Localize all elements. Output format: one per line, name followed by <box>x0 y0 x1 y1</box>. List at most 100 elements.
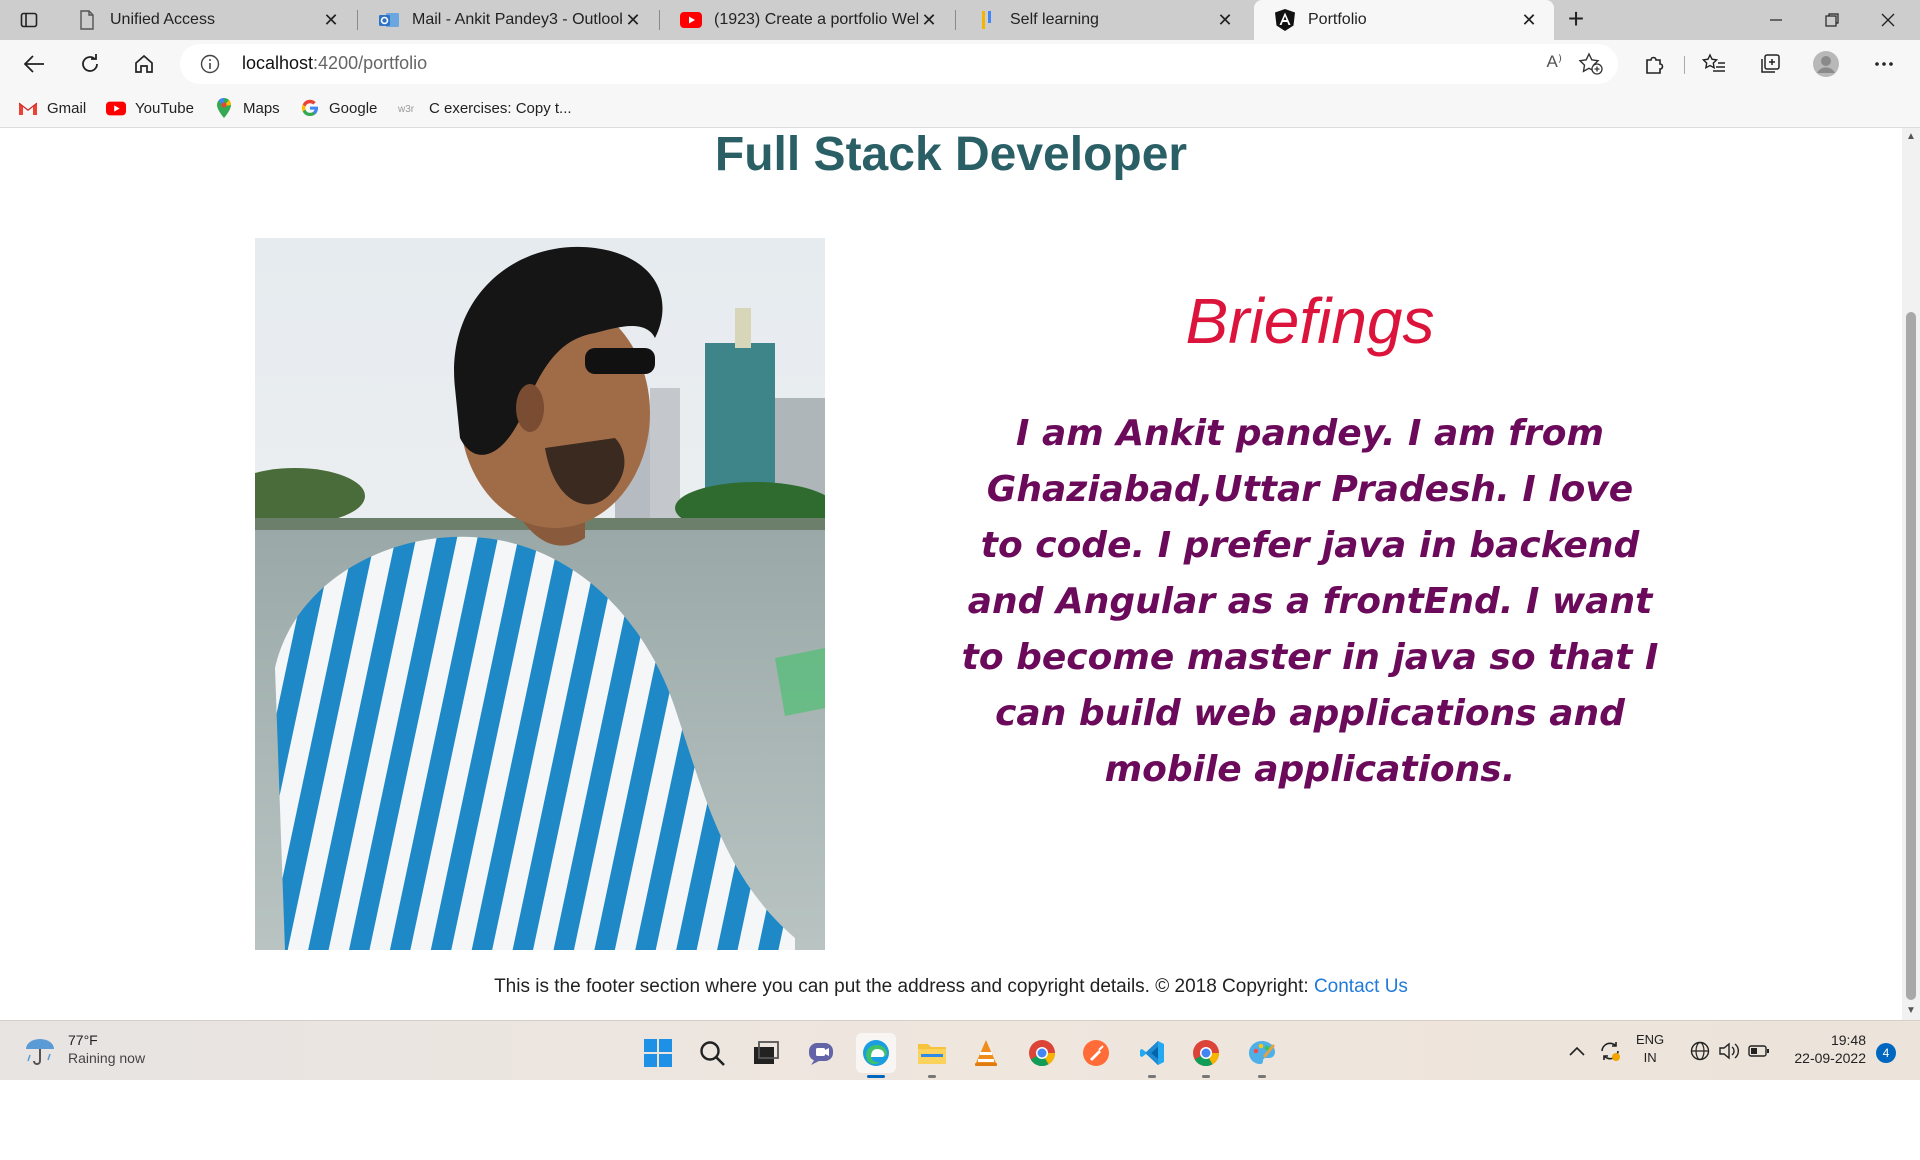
chrome-icon[interactable] <box>1022 1033 1062 1073</box>
briefings-heading: Briefings <box>1185 285 1435 357</box>
page-scrollbar[interactable]: ▲ ▼ <box>1902 128 1920 1020</box>
network-globe-icon[interactable] <box>1690 1035 1710 1067</box>
language-code: ENG <box>1636 1032 1665 1047</box>
tab-self-learning[interactable]: Self learning ✕ <box>956 0 1250 40</box>
youtube-icon <box>106 99 126 117</box>
document-icon <box>76 9 98 31</box>
page-title: Full Stack Developer <box>714 128 1188 181</box>
weather-temperature: 77°F <box>68 1032 98 1048</box>
angular-icon <box>1274 9 1296 31</box>
close-icon[interactable]: ✕ <box>622 9 644 31</box>
tab-youtube[interactable]: (1923) Create a portfolio Website ✕ <box>660 0 954 40</box>
tab-title: Portfolio <box>1308 11 1367 28</box>
svg-text:w3r: w3r <box>398 104 415 114</box>
bookmark-label: Google <box>329 99 378 117</box>
url-text[interactable]: localhost:4200/portfolio <box>242 53 427 74</box>
bookmark-label: YouTube <box>135 99 194 117</box>
tab-title: Self learning <box>1010 11 1099 28</box>
blank-area <box>0 1080 1920 1160</box>
w3resource-icon: w3r <box>398 99 420 117</box>
paint-icon[interactable] <box>1242 1033 1282 1078</box>
page-viewport: Full Stack Developer Briefings I am Anki… <box>0 128 1902 1020</box>
extensions-icon[interactable] <box>1638 50 1670 78</box>
bookmark-maps[interactable]: Maps <box>214 96 280 120</box>
bookmark-label: Gmail <box>47 99 87 117</box>
clock-time: 19:48 <box>1830 1032 1866 1048</box>
footer: This is the footer section where you can… <box>0 976 1902 998</box>
scroll-thumb[interactable] <box>1906 312 1916 1000</box>
bookmark-icon <box>976 9 998 31</box>
chrome-profile-icon[interactable] <box>1186 1033 1226 1078</box>
close-icon[interactable]: ✕ <box>1214 9 1236 31</box>
new-tab-icon[interactable]: + <box>1562 5 1590 34</box>
outlook-icon <box>378 9 400 31</box>
back-icon[interactable] <box>18 50 50 78</box>
bookmarks-bar: Gmail YouTube Maps Google w3r C exercise… <box>0 88 1920 128</box>
search-icon[interactable] <box>692 1033 732 1073</box>
google-icon <box>300 99 320 117</box>
tab-actions-icon[interactable] <box>14 8 44 32</box>
notification-badge[interactable]: 4 <box>1876 1043 1896 1063</box>
close-window-icon[interactable] <box>1860 0 1916 40</box>
refresh-icon[interactable] <box>74 50 106 78</box>
tab-portfolio[interactable]: Portfolio ✕ <box>1254 0 1554 40</box>
start-icon[interactable] <box>638 1033 678 1073</box>
vlc-icon[interactable] <box>966 1033 1006 1073</box>
sync-icon[interactable] <box>1598 1035 1622 1067</box>
youtube-icon <box>680 9 702 31</box>
add-favorite-icon[interactable] <box>1578 52 1604 76</box>
favorites-icon[interactable] <box>1698 50 1730 78</box>
task-view-icon[interactable] <box>746 1033 786 1073</box>
close-icon[interactable]: ✕ <box>320 9 342 31</box>
teams-chat-icon[interactable] <box>802 1033 842 1073</box>
system-clock[interactable]: 19:48 22-09-2022 <box>1786 1031 1866 1067</box>
region-code: IN <box>1643 1050 1657 1065</box>
rain-umbrella-icon <box>22 1031 58 1067</box>
volume-icon[interactable] <box>1718 1035 1740 1067</box>
contact-us-link[interactable]: Contact Us <box>1314 976 1408 997</box>
scroll-up-icon[interactable]: ▲ <box>1902 128 1920 146</box>
postman-icon[interactable] <box>1076 1033 1116 1073</box>
bookmark-label: C exercises: Copy t... <box>429 99 572 117</box>
restore-icon[interactable] <box>1804 0 1860 40</box>
clock-date: 22-09-2022 <box>1794 1050 1866 1066</box>
gmail-icon <box>18 99 38 117</box>
info-icon[interactable] <box>200 54 220 74</box>
file-explorer-icon[interactable] <box>912 1033 952 1078</box>
bookmark-label: Maps <box>243 99 280 117</box>
bookmark-gmail[interactable]: Gmail <box>18 96 86 120</box>
vscode-icon[interactable] <box>1132 1033 1172 1078</box>
url-path: :4200/portfolio <box>313 53 428 73</box>
close-icon[interactable]: ✕ <box>1518 9 1540 31</box>
battery-icon[interactable] <box>1748 1035 1770 1067</box>
edge-icon[interactable] <box>856 1033 896 1078</box>
scroll-down-icon[interactable]: ▼ <box>1902 1002 1920 1020</box>
url-host: localhost <box>242 53 314 73</box>
tab-title: (1923) Create a portfolio Website <box>714 11 918 28</box>
tab-strip: Unified Access ✕ Mail - Ankit Pandey3 - … <box>0 0 1920 40</box>
weather-description: Raining now <box>68 1050 146 1066</box>
briefings-paragraph: I am Ankit pandey. I am from Ghaziabad,U… <box>961 413 1659 790</box>
close-icon[interactable]: ✕ <box>918 9 940 31</box>
tab-unified-access[interactable]: Unified Access ✕ <box>56 0 356 40</box>
weather-widget[interactable]: 77°F Raining now <box>22 1031 145 1067</box>
bookmark-c-exercises[interactable]: w3r C exercises: Copy t... <box>398 96 572 120</box>
minimize-icon[interactable] <box>1748 0 1804 40</box>
maps-icon <box>214 98 234 118</box>
tab-title: Mail - Ankit Pandey3 - Outlook <box>412 11 622 28</box>
home-icon[interactable] <box>128 50 160 78</box>
read-aloud-icon[interactable]: A⁾ <box>1546 52 1562 72</box>
footer-text: This is the footer section where you can… <box>494 976 1314 997</box>
address-bar[interactable]: localhost:4200/portfolio A⁾ <box>180 44 1618 84</box>
profile-photo <box>255 238 825 950</box>
show-hidden-icons-icon[interactable] <box>1568 1035 1586 1067</box>
bookmark-google[interactable]: Google <box>300 96 377 120</box>
browser-toolbar: localhost:4200/portfolio A⁾ <box>0 40 1920 88</box>
tab-outlook[interactable]: Mail - Ankit Pandey3 - Outlook ✕ <box>358 0 658 40</box>
collections-icon[interactable] <box>1754 50 1786 78</box>
tab-title: Unified Access <box>110 11 215 28</box>
bookmark-youtube[interactable]: YouTube <box>106 96 194 120</box>
language-indicator[interactable]: ENG IN <box>1636 1031 1664 1067</box>
profile-avatar-icon[interactable] <box>1810 50 1842 78</box>
more-menu-icon[interactable] <box>1868 50 1900 78</box>
